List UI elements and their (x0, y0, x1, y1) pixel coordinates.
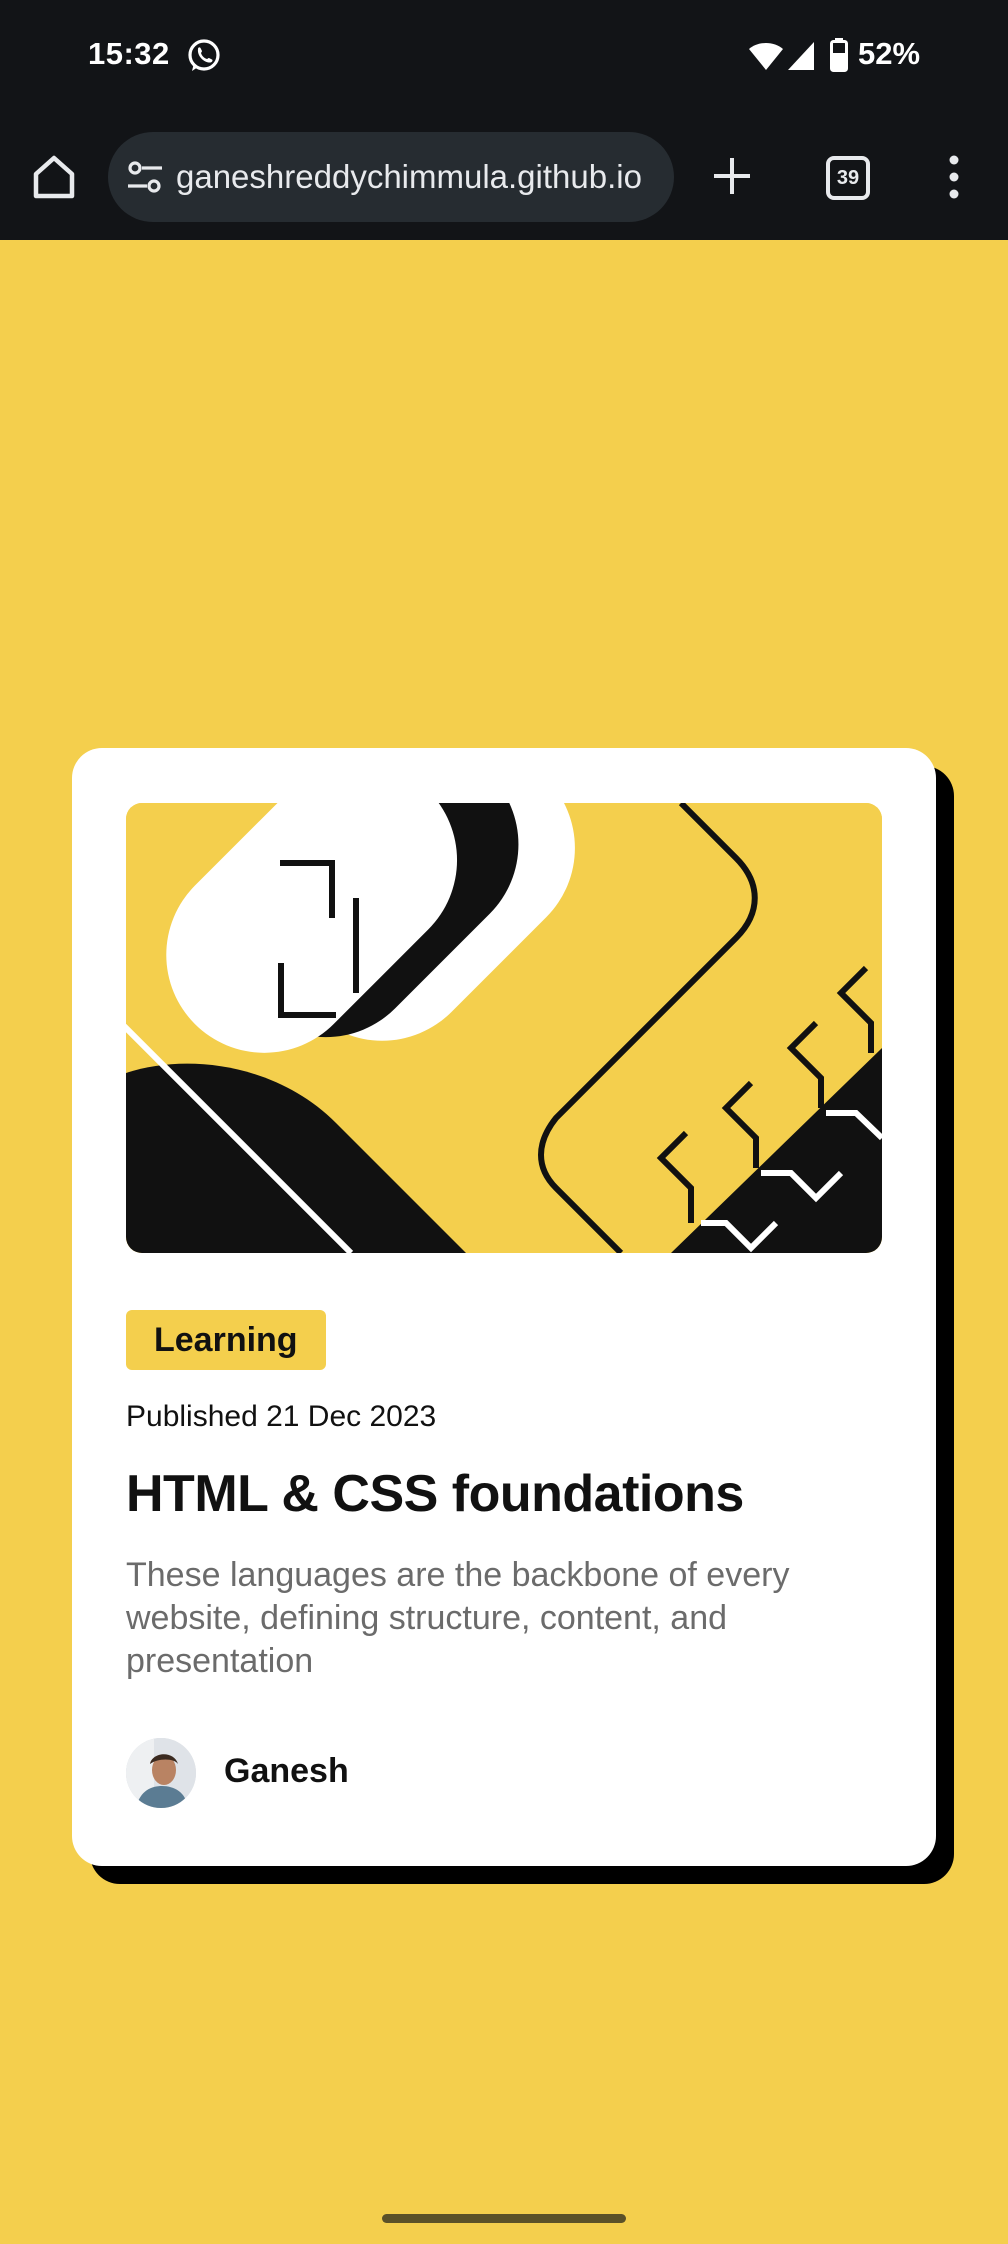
published-date: Published 21 Dec 2023 (126, 1400, 437, 1433)
card-description: These languages are the backbone of ever… (126, 1556, 790, 1680)
battery-percent: 52% (858, 36, 921, 71)
tune-icon[interactable] (126, 159, 164, 195)
whatsapp-icon (188, 39, 220, 71)
category-tag: Learning (126, 1310, 326, 1370)
card-title[interactable]: HTML & CSS foundations (126, 1464, 744, 1524)
url-text[interactable]: ganeshreddychimmula.github.io (176, 132, 660, 222)
status-time: 15:32 (88, 36, 170, 71)
card-illustration (126, 803, 882, 1253)
more-vert-icon[interactable] (944, 154, 964, 200)
signal-icon (788, 42, 814, 70)
home-indicator[interactable] (382, 2214, 626, 2223)
plus-icon[interactable] (712, 156, 752, 196)
avatar (126, 1738, 196, 1808)
wifi-icon (749, 43, 783, 70)
tabs-icon[interactable]: 39 (826, 156, 870, 200)
blog-preview-card[interactable]: Learning Published 21 Dec 2023 HTML & CS… (72, 748, 936, 1866)
status-bar: 15:32 52% (0, 0, 1008, 116)
address-bar[interactable]: ganeshreddychimmula.github.io (108, 132, 674, 222)
battery-icon (830, 38, 848, 72)
author-name: Ganesh (224, 1752, 349, 1790)
browser-toolbar: ganeshreddychimmula.github.io 39 (0, 116, 1008, 240)
home-icon[interactable] (30, 152, 78, 200)
